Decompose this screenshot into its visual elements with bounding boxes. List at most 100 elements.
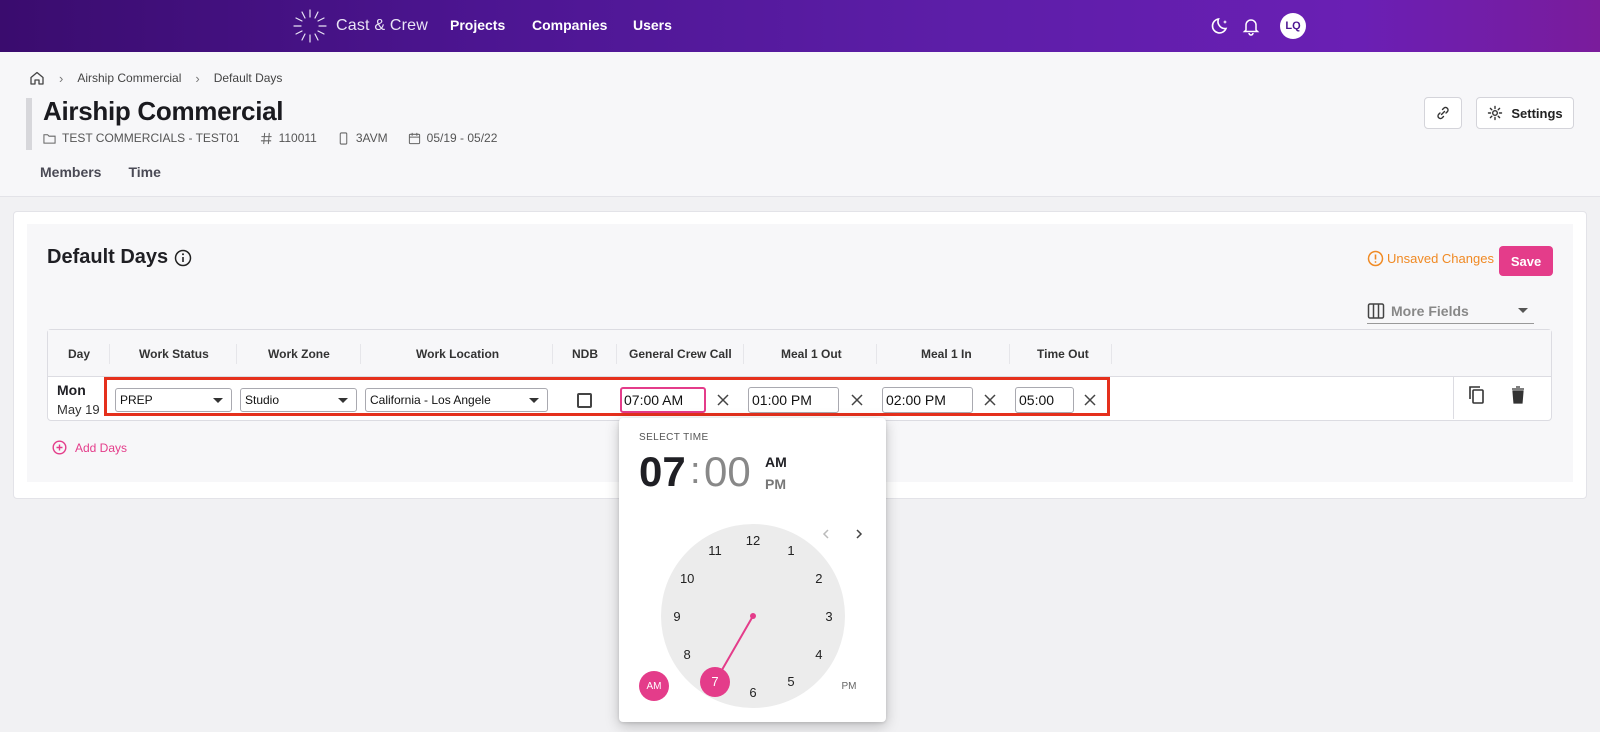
breadcrumb: › Airship Commercial › Default Days — [29, 70, 282, 86]
work-status-select[interactable]: PREP — [115, 388, 232, 412]
clock-hour[interactable]: 5 — [779, 670, 803, 694]
nav-users[interactable]: Users — [633, 17, 672, 33]
chevron-right-icon: › — [195, 70, 200, 86]
page-tabs: Members Time — [40, 164, 161, 180]
column-divider — [876, 344, 877, 364]
column-divider — [236, 344, 237, 364]
column-divider — [1111, 344, 1112, 364]
clock-hour[interactable]: 11 — [703, 538, 727, 562]
breadcrumb-current: Default Days — [213, 71, 283, 85]
work-location-select[interactable]: California - Los Angele — [365, 388, 548, 412]
settings-button[interactable]: Settings — [1476, 97, 1574, 129]
clock-hour[interactable]: 2 — [807, 566, 831, 590]
project-dates: 05/19 - 05/22 — [426, 131, 498, 145]
clock-hour[interactable]: 1 — [779, 538, 803, 562]
add-days-button[interactable]: Add Days — [52, 440, 127, 455]
time-picker-popover: SELECT TIME 07 : 00 AM PM 12 1 2 3 4 5 6 7 8 9 10 1… — [619, 418, 886, 722]
save-button[interactable]: Save — [1499, 246, 1553, 276]
clock-hour[interactable]: 6 — [741, 680, 765, 704]
clock-hour[interactable]: 3 — [817, 604, 841, 628]
clock-face[interactable]: 12 1 2 3 4 5 6 7 8 9 10 11 — [661, 524, 845, 708]
page-header: › Airship Commercial › Default Days Airs… — [0, 52, 1600, 197]
chevron-down-icon — [1518, 308, 1528, 313]
bell-icon[interactable] — [1239, 14, 1263, 38]
col-day: Day — [68, 347, 91, 361]
col-work-location: Work Location — [416, 347, 500, 361]
chevron-down-icon — [338, 398, 348, 403]
chevron-down-icon — [529, 398, 539, 403]
tab-time[interactable]: Time — [128, 164, 160, 180]
starburst-logo-icon — [293, 9, 327, 43]
trash-icon[interactable] — [1507, 384, 1529, 406]
warning-icon — [1367, 250, 1384, 267]
top-bar: Cast & Crew Projects Companies Users LQ — [0, 0, 1600, 52]
more-fields-label: More Fields — [1391, 302, 1469, 319]
clock-hour[interactable]: 12 — [741, 528, 765, 552]
column-divider — [360, 344, 361, 364]
column-divider — [109, 344, 110, 364]
settings-label: Settings — [1511, 105, 1563, 121]
clock-hour[interactable]: 4 — [807, 642, 831, 666]
col-time-out: Time Out — [1037, 347, 1089, 361]
clock-hour[interactable]: 9 — [665, 604, 689, 628]
column-divider — [743, 344, 744, 364]
clear-meal1-out-icon[interactable] — [847, 390, 867, 410]
more-fields-select[interactable]: More Fields — [1367, 298, 1534, 324]
clear-meal1-in-icon[interactable] — [980, 390, 1000, 410]
clock-hour-selected[interactable]: 7 — [700, 666, 730, 697]
breadcrumb-project[interactable]: Airship Commercial — [77, 71, 181, 85]
info-icon[interactable] — [174, 249, 192, 267]
general-crew-call-input[interactable]: 07:00 AM — [620, 387, 706, 413]
folder-icon — [43, 133, 56, 144]
link-icon — [1437, 106, 1449, 120]
meal1-out-input[interactable]: 01:00 PM — [748, 387, 839, 413]
table-header: Day Work Status Work Zone Work Location … — [48, 330, 1551, 377]
clock-hour[interactable]: 8 — [675, 642, 699, 666]
work-zone-select[interactable]: Studio — [240, 388, 357, 412]
project-meta: TEST COMMERCIALS - TEST01 110011 3AVM 05… — [43, 131, 517, 145]
am-button[interactable]: AM — [639, 671, 669, 701]
col-general-crew-call: General Crew Call — [629, 347, 732, 361]
col-meal1-in: Meal 1 In — [921, 347, 972, 361]
col-meal1-out: Meal 1 Out — [781, 347, 842, 361]
page-title: Airship Commercial — [43, 96, 284, 126]
clear-general-crew-call-icon[interactable] — [713, 390, 733, 410]
brand-logo[interactable]: Cast & Crew — [292, 8, 428, 44]
row-actions-divider — [1453, 376, 1454, 419]
nav-projects[interactable]: Projects — [450, 17, 505, 33]
ndb-checkbox[interactable] — [577, 393, 592, 408]
hash-icon — [260, 132, 272, 144]
section-title-text: Default Days — [47, 246, 169, 268]
row-day: Mon — [57, 382, 86, 398]
chevron-right-icon: › — [59, 70, 64, 86]
time-picker-minute[interactable]: 00 — [704, 448, 751, 496]
section-title: Default Days — [47, 246, 192, 269]
unsaved-changes-text: Unsaved Changes — [1387, 251, 1494, 266]
time-picker-am-toggle[interactable]: AM — [765, 454, 787, 470]
user-avatar[interactable]: LQ — [1280, 13, 1306, 39]
clear-time-out-icon[interactable] — [1080, 390, 1100, 410]
pm-button[interactable]: PM — [834, 671, 864, 701]
time-picker-hour[interactable]: 07 — [639, 448, 686, 496]
time-picker-pm-toggle[interactable]: PM — [765, 476, 786, 492]
add-days-label: Add Days — [75, 440, 128, 455]
brand-name: Cast & Crew — [336, 17, 428, 34]
clock-hour[interactable]: 10 — [675, 566, 699, 590]
gear-icon — [1488, 105, 1503, 121]
work-zone-value: Studio — [245, 393, 280, 407]
column-divider — [1009, 344, 1010, 364]
meal1-in-input[interactable]: 02:00 PM — [882, 387, 973, 413]
time-out-input[interactable]: 05:00 — [1015, 387, 1074, 413]
row-date: May 19 — [57, 402, 100, 417]
tab-members[interactable]: Members — [40, 164, 101, 180]
copy-icon[interactable] — [1466, 384, 1488, 406]
time-picker-colon: : — [690, 450, 701, 492]
home-icon[interactable] — [29, 70, 45, 86]
copy-link-button[interactable] — [1424, 97, 1462, 129]
dark-mode-icon[interactable] — [1209, 14, 1233, 38]
col-work-status: Work Status — [139, 347, 209, 361]
calendar-icon — [408, 132, 420, 144]
nav-companies[interactable]: Companies — [532, 17, 607, 33]
col-work-zone: Work Zone — [268, 347, 330, 361]
chevron-right-icon[interactable] — [849, 524, 869, 544]
